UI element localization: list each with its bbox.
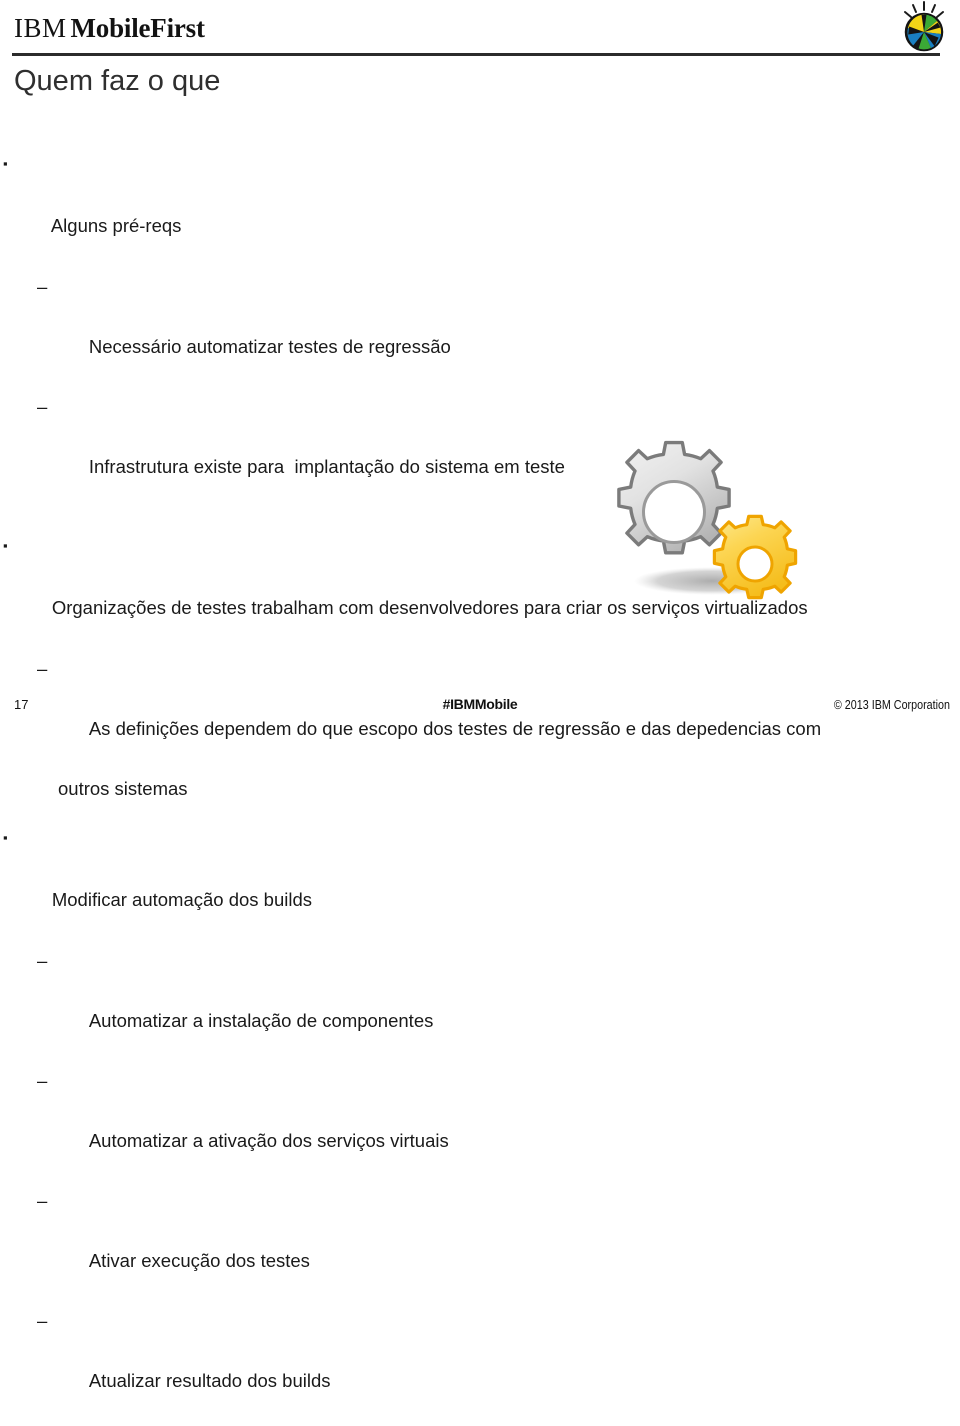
slide-header: IBM MobileFirst (0, 0, 960, 58)
copyright-notice: © 2013 IBM Corporation (833, 698, 950, 712)
header-divider (12, 53, 940, 56)
dash-bullet-icon: – (37, 276, 48, 297)
bullet-level2-label: Automatizar a instalação de componentes (88, 1010, 434, 1031)
bullet-group: ▪ Modificar automação dos builds – Autom… (0, 822, 960, 1426)
bullet-level2-label: Automatizar a ativação dos serviços virt… (88, 1130, 449, 1151)
bullet-level2: – Automatizar a instalação de componente… (37, 946, 948, 1066)
bullet-level2: – Atualizar resultado dos builds (37, 1306, 948, 1426)
bullet-level2: – Automatizar a ativação dos serviços vi… (37, 1066, 948, 1186)
bullet-level1-label: Modificar automação dos builds (51, 889, 313, 910)
bullet-level2: – Ativar execução dos testes (37, 1186, 948, 1306)
slide-body: ▪ Alguns pré-reqs – Necessário automatiz… (0, 148, 960, 1426)
square-bullet-icon: ▪ (3, 830, 8, 845)
two-gears-illustration (592, 438, 852, 643)
gray-gear (617, 440, 731, 555)
square-bullet-icon: ▪ (3, 538, 8, 553)
dash-bullet-icon: – (37, 950, 48, 971)
bullet-level2-label: Necessário automatizar testes de regress… (88, 336, 451, 357)
social-hashtag: #IBMMobile (442, 696, 518, 712)
square-bullet-icon: ▪ (3, 156, 8, 171)
bullet-level2: – Necessário automatizar testes de regre… (37, 272, 948, 392)
ibm-mobilefirst-wordmark: IBM MobileFirst (14, 13, 205, 43)
dash-bullet-icon: – (37, 658, 48, 679)
bullet-level2-label: Infrastrutura existe para implantação do… (88, 456, 565, 477)
bullet-level1: ▪ Alguns pré-reqs (3, 148, 960, 272)
dash-bullet-icon: – (37, 1070, 48, 1091)
slide-footer: 17 #IBMMobile © 2013 IBM Corporation (0, 691, 960, 725)
bullet-level2-continuation: outros sistemas (58, 778, 188, 799)
bullet-level2-label: Atualizar resultado dos builds (88, 1370, 331, 1391)
brand-ibm-text: IBM (14, 13, 67, 43)
dash-bullet-icon: – (37, 1310, 48, 1331)
bullet-level1: ▪ Modificar automação dos builds (3, 822, 960, 946)
yellow-gear (712, 514, 798, 600)
ibm-mobilefirst-pinwheel-icon (897, 1, 951, 53)
page-title: Quem faz o que (14, 65, 221, 97)
dash-bullet-icon: – (37, 396, 48, 417)
bullet-level2-label: Ativar execução dos testes (88, 1250, 310, 1271)
dash-bullet-icon: – (37, 1190, 48, 1211)
bullet-level1-label: Alguns pré-reqs (50, 215, 182, 236)
brand-mobilefirst-text: MobileFirst (70, 13, 205, 43)
